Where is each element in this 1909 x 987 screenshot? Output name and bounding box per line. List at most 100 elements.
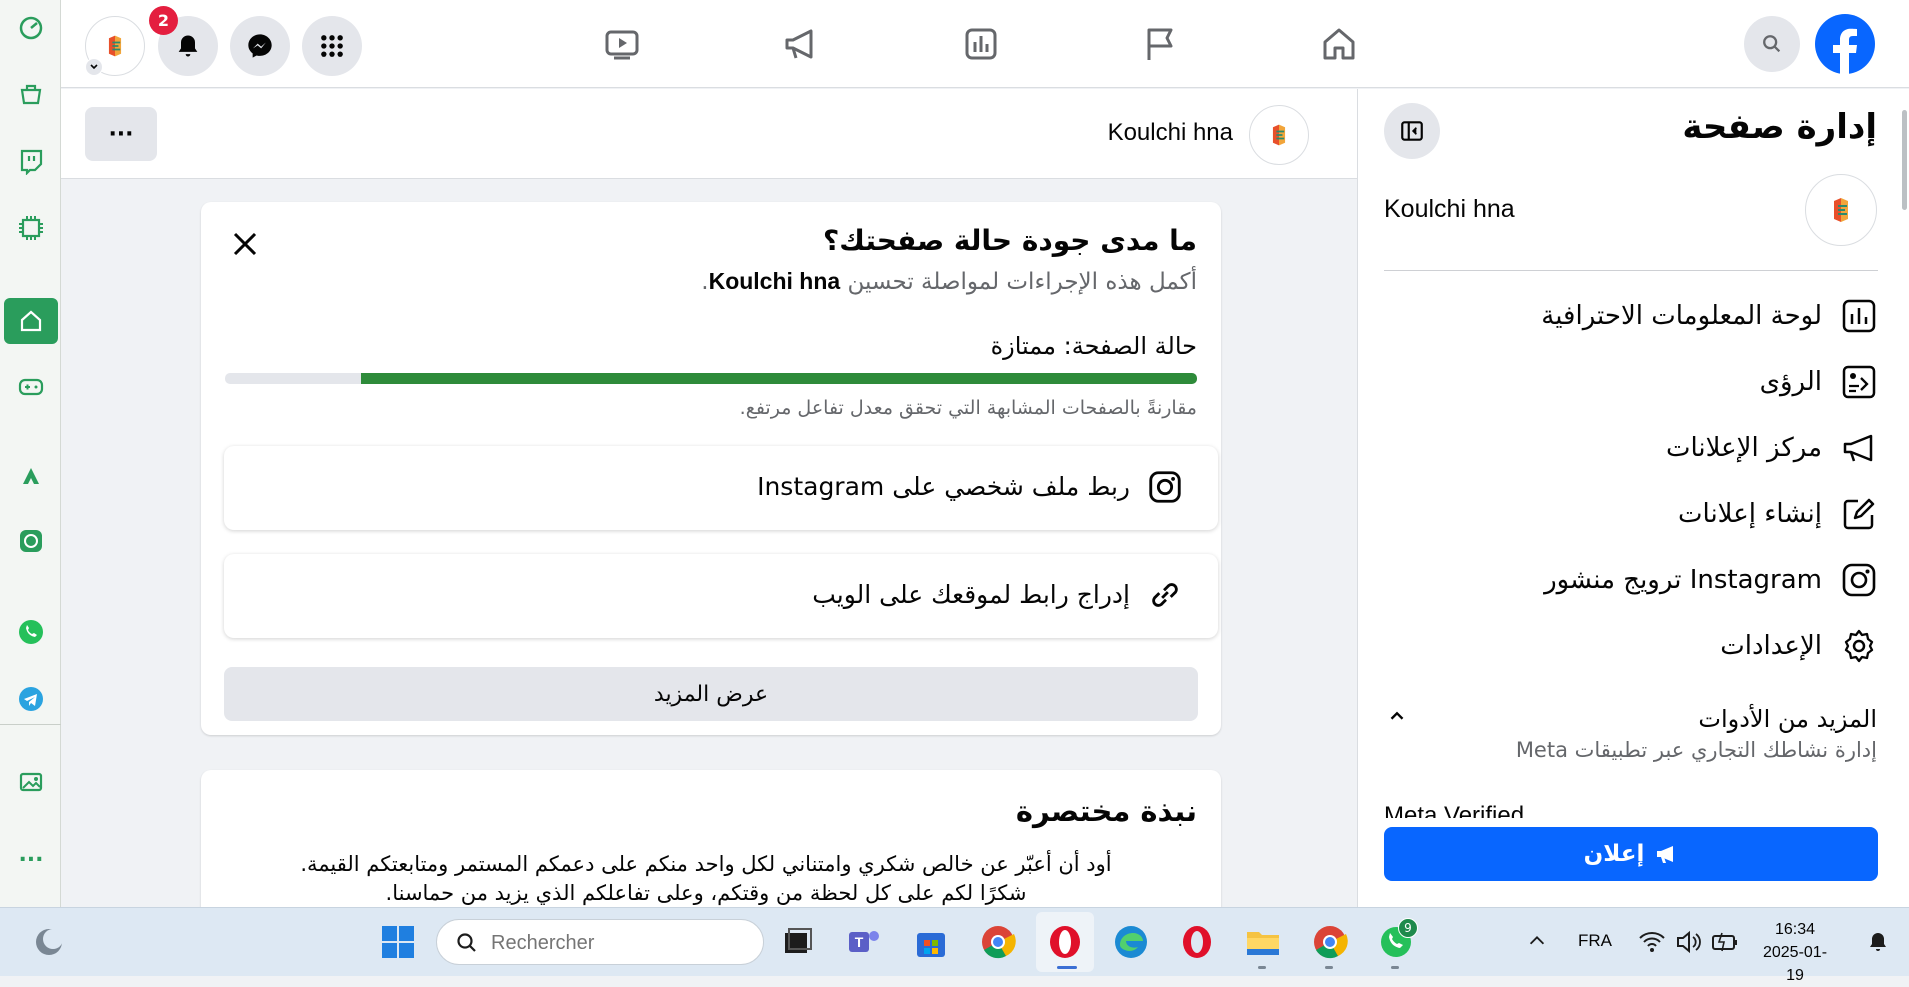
- chart-icon[interactable]: [959, 22, 1003, 66]
- chip-icon[interactable]: [13, 210, 49, 246]
- task-view-icon[interactable]: [777, 921, 819, 963]
- advertise-button[interactable]: إعلان: [1384, 827, 1878, 881]
- flag-icon[interactable]: [1138, 22, 1182, 66]
- panel-title: إدارة صفحة: [1682, 107, 1877, 147]
- add-website-action[interactable]: إدراج رابط لموقعك على الويب: [224, 554, 1218, 638]
- menu-item-label: لوحة المعلومات الاحترافية: [1541, 301, 1822, 331]
- scrollbar-thumb[interactable]: [1902, 110, 1907, 210]
- chevron-down-icon[interactable]: [85, 58, 103, 76]
- shopping-icon[interactable]: [13, 76, 49, 112]
- dashboard-icon: [1840, 297, 1878, 335]
- connect-instagram-action[interactable]: ربط ملف شخصي على Instagram: [224, 446, 1218, 530]
- menu-item-label: الرؤى: [1759, 367, 1822, 397]
- search-icon: [1763, 35, 1781, 53]
- sidebar-toggle-icon: [1401, 121, 1423, 141]
- collapse-panel-button[interactable]: [1384, 103, 1440, 159]
- astro-icon[interactable]: [13, 458, 49, 494]
- volume-icon[interactable]: [1675, 929, 1703, 955]
- search-button[interactable]: [1744, 16, 1800, 72]
- cut-off-menu-item[interactable]: Meta Verified: [1384, 796, 1878, 818]
- edit-icon: [1840, 495, 1878, 533]
- opera-icon[interactable]: [1044, 921, 1086, 963]
- image-icon[interactable]: [13, 764, 49, 800]
- menu-item-settings[interactable]: الإعدادات: [1358, 616, 1878, 676]
- megaphone-icon: [1840, 429, 1878, 467]
- chevron-up-icon[interactable]: [1386, 705, 1410, 729]
- page-name[interactable]: Koulchi hna: [1108, 119, 1233, 147]
- home-icon[interactable]: [4, 298, 58, 344]
- menu-item-create-ads[interactable]: إنشاء إعلانات: [1358, 484, 1878, 544]
- notification-badge: 2: [149, 6, 178, 35]
- wifi-icon[interactable]: [1638, 929, 1666, 955]
- video-icon[interactable]: [600, 22, 644, 66]
- language-indicator[interactable]: FRA: [1578, 931, 1612, 951]
- manage-page-panel: إدارة صفحة Koulchi hna لوحة المعلومات ال…: [1357, 89, 1909, 907]
- see-more-button[interactable]: عرض المزيد: [224, 667, 1198, 721]
- menu-item-ad-center[interactable]: مركز الإعلانات: [1358, 418, 1878, 478]
- close-button[interactable]: [225, 224, 265, 264]
- start-icon[interactable]: [377, 921, 419, 963]
- more-options-button[interactable]: ···: [85, 107, 157, 161]
- menu-item-dashboard[interactable]: لوحة المعلومات الاحترافية: [1358, 286, 1878, 346]
- twitch-icon[interactable]: [13, 143, 49, 179]
- panel-page-avatar[interactable]: [1805, 174, 1877, 246]
- megaphone-icon: [1657, 846, 1674, 863]
- subtitle-prefix: أكمل هذه الإجراءات لمواصلة تحسين: [847, 269, 1197, 295]
- messenger-button[interactable]: [230, 16, 290, 76]
- whatsapp-icon[interactable]: [13, 614, 49, 650]
- megaphone-icon[interactable]: [779, 22, 823, 66]
- taskbar-search-input[interactable]: [491, 928, 741, 958]
- insights-icon: [1840, 363, 1878, 401]
- edge-icon[interactable]: [1110, 921, 1152, 963]
- weather-icon[interactable]: [28, 921, 70, 963]
- menu-item-promote-instagram[interactable]: ترويج منشور Instagram: [1358, 550, 1878, 610]
- battery-icon[interactable]: [1710, 929, 1740, 955]
- health-progress-bar: [225, 373, 1197, 384]
- file-explorer-icon[interactable]: [1242, 921, 1284, 963]
- chrome-icon[interactable]: [977, 921, 1019, 963]
- telegram-icon[interactable]: [13, 681, 49, 717]
- store-icon[interactable]: [910, 921, 952, 963]
- windows-taskbar: [0, 907, 1909, 976]
- chatgpt-icon[interactable]: [13, 523, 49, 559]
- action-label: ربط ملف شخصي على Instagram: [757, 472, 1130, 501]
- more-icon[interactable]: ...: [13, 836, 49, 872]
- comparison-note: مقارنةً بالصفحات المشابهة التي تحقق معدل…: [739, 397, 1197, 419]
- about-title: نبذة مختصرة: [1015, 794, 1197, 828]
- main-content: ··· Koulchi hna ما مدى جودة حالة صفحتك؟ …: [61, 89, 1357, 907]
- menu-item-label: ترويج منشور Instagram: [1544, 565, 1822, 595]
- taskbar-search[interactable]: [436, 919, 764, 965]
- notification-bell-icon[interactable]: [1866, 930, 1892, 956]
- facebook-topbar: 2: [61, 0, 1909, 88]
- panel-page-name[interactable]: Koulchi hna: [1384, 195, 1515, 224]
- page-avatar[interactable]: [1249, 105, 1309, 165]
- subtitle-suffix: .: [701, 269, 709, 295]
- about-line: شكرًا لكم على كل لحظة من وقتكم، وعلى تفا…: [385, 881, 1027, 905]
- teams-icon[interactable]: T: [843, 921, 885, 963]
- menu-item-insights[interactable]: الرؤى: [1358, 352, 1878, 412]
- about-line: أود أن أعبّر عن خالص شكري وامتناني لكل و…: [300, 852, 1112, 876]
- advertise-label: إعلان: [1583, 841, 1645, 867]
- running-indicator: [1325, 966, 1333, 969]
- menu-button[interactable]: [302, 16, 362, 76]
- home-icon[interactable]: [1317, 22, 1361, 66]
- chrome-icon[interactable]: [1309, 921, 1351, 963]
- health-subtitle: أكمل هذه الإجراءات لمواصلة تحسين Koulchi…: [701, 268, 1197, 295]
- game-icon[interactable]: [13, 368, 49, 404]
- more-tools-title[interactable]: المزيد من الأدوات: [1698, 705, 1877, 733]
- running-indicator: [1391, 966, 1399, 969]
- clock-date: 2025-01-19: [1762, 944, 1828, 984]
- gear-icon: [1840, 627, 1878, 665]
- whatsapp-badge: 9: [1398, 918, 1418, 938]
- clock[interactable]: 16:34 2025-01-19: [1755, 918, 1835, 987]
- menu-item-label: مركز الإعلانات: [1666, 433, 1822, 463]
- page-header: ··· Koulchi hna: [61, 89, 1357, 179]
- browser-sidebar: ...: [0, 0, 61, 907]
- about-text: أود أن أعبّر عن خالص شكري وامتناني لكل و…: [241, 850, 1171, 907]
- messenger-icon: [248, 34, 272, 58]
- tray-chevron-up-icon[interactable]: [1526, 930, 1550, 954]
- opera-gx-icon[interactable]: [1176, 921, 1218, 963]
- speed-icon[interactable]: [13, 10, 49, 46]
- facebook-logo[interactable]: [1815, 14, 1875, 74]
- clock-time: 16:34: [1774, 921, 1816, 938]
